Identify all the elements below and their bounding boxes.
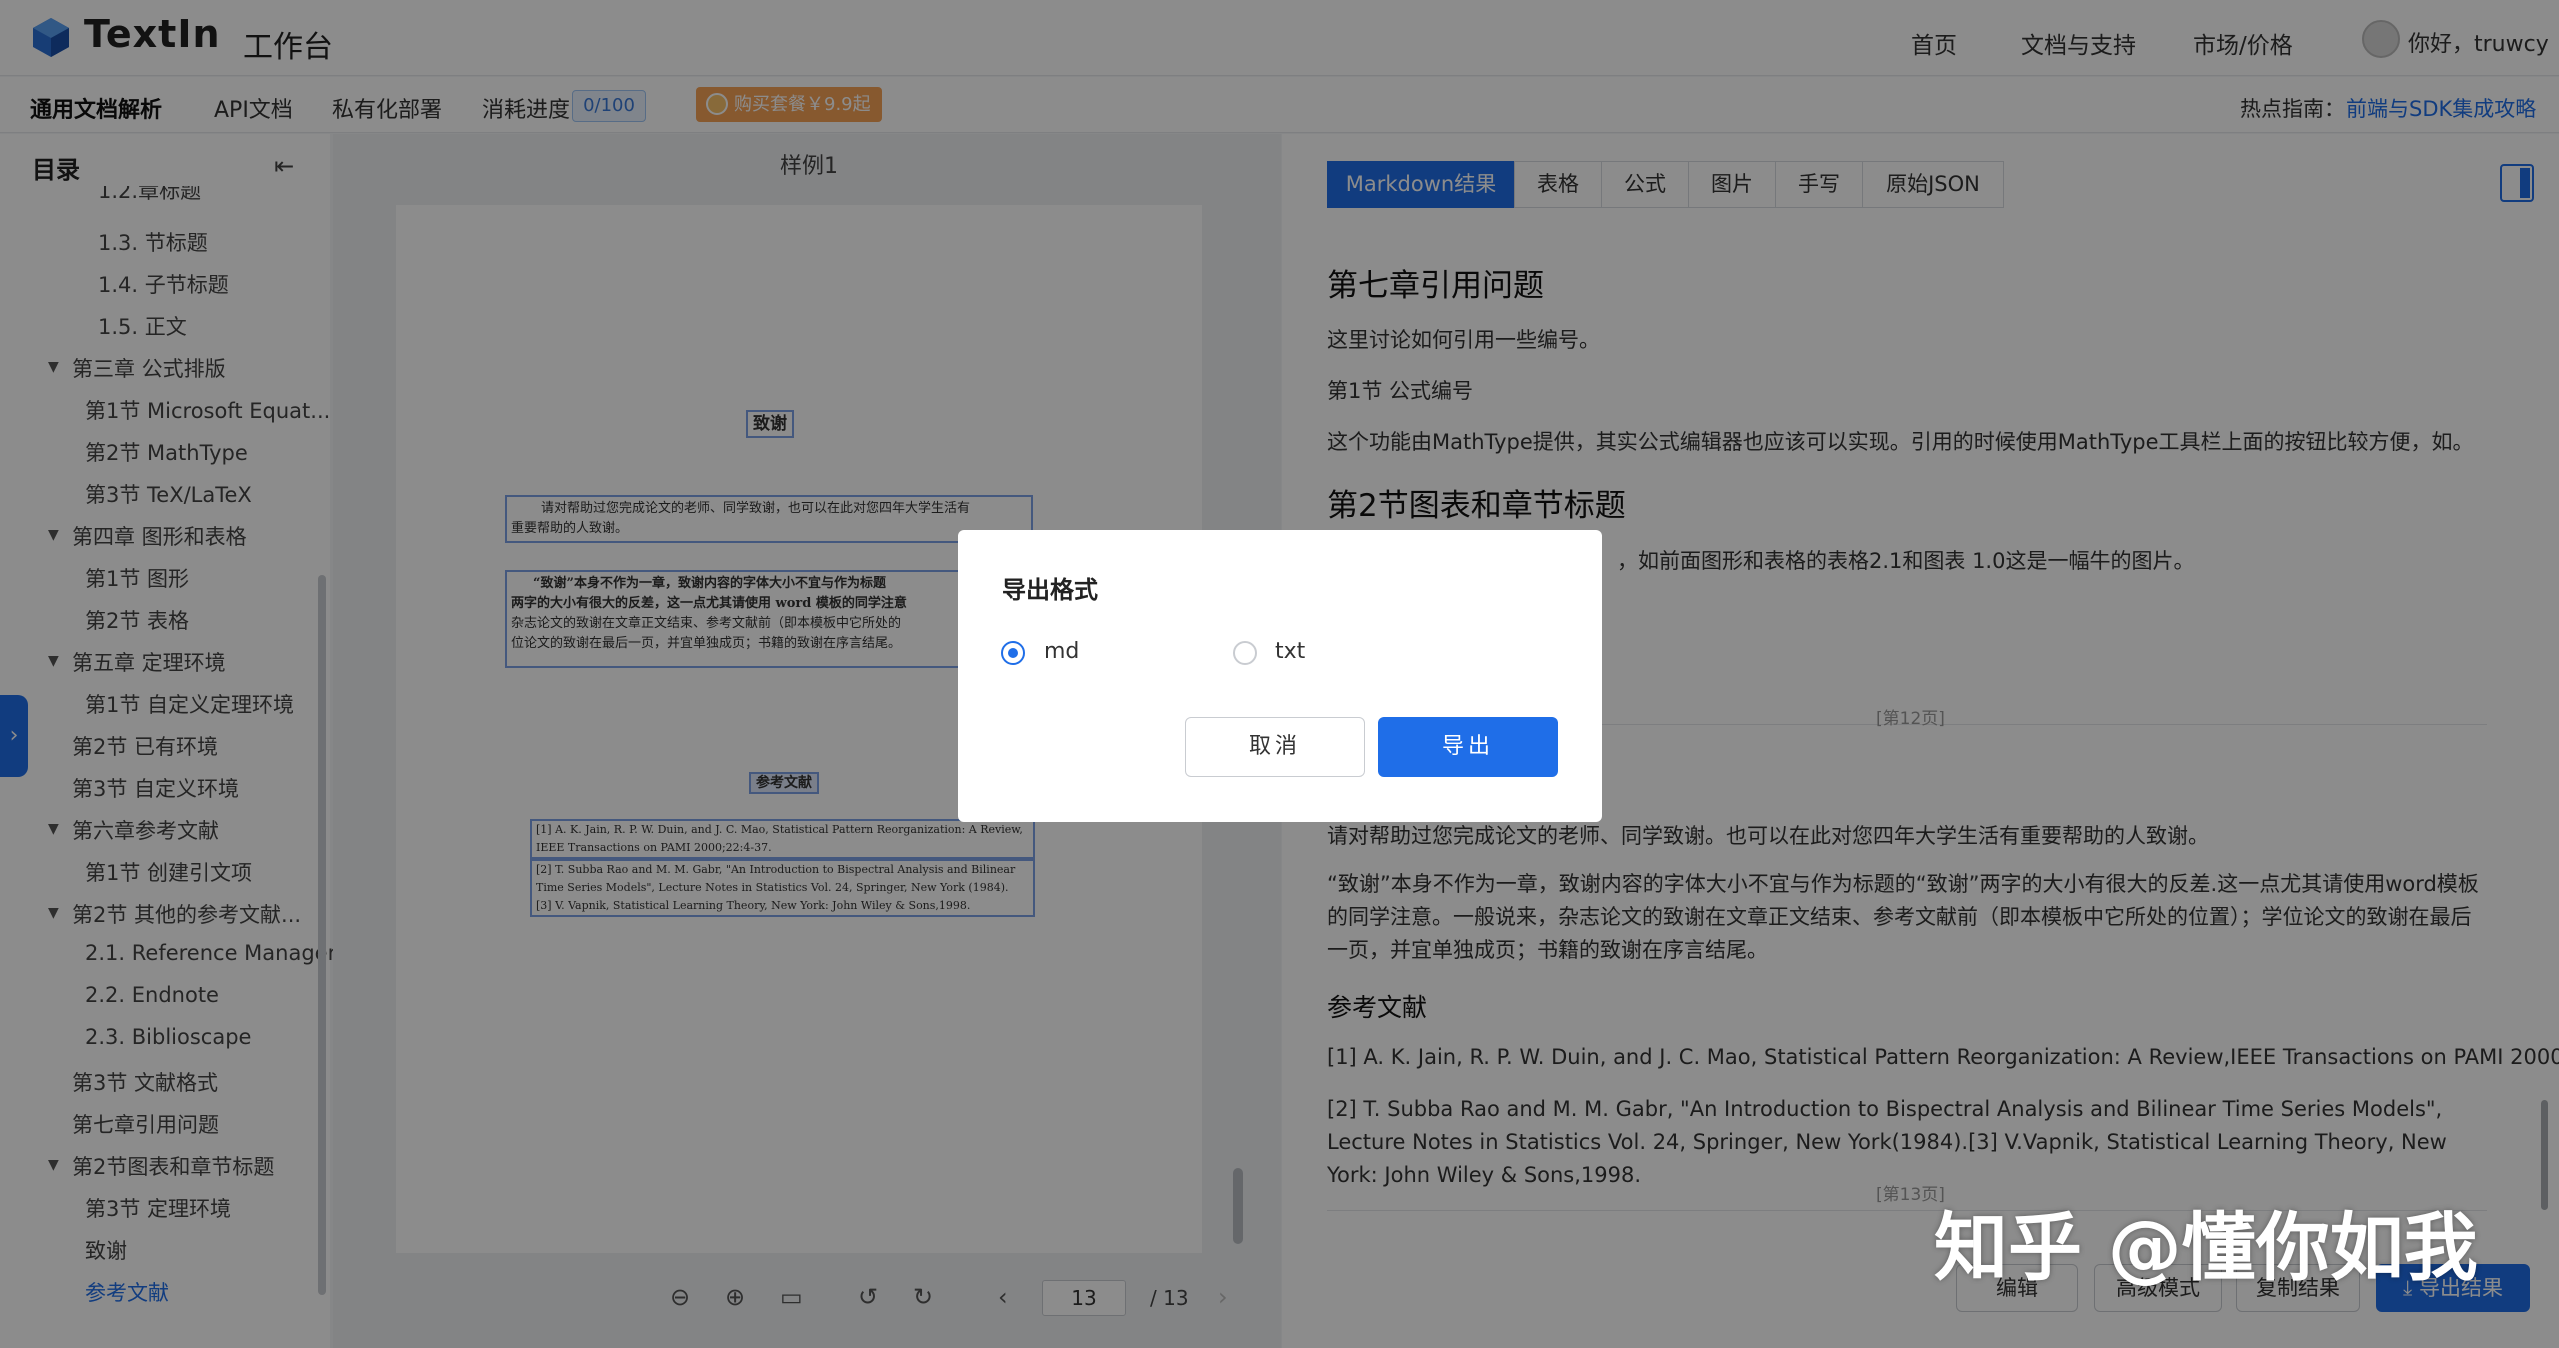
zhihu-watermark: 知乎 @懂你如我: [1934, 1205, 2478, 1291]
radio-md-label[interactable]: md: [1044, 639, 1079, 664]
cancel-button[interactable]: 取消: [1185, 717, 1365, 777]
radio-txt[interactable]: [1233, 641, 1257, 665]
dialog-title: 导出格式: [1002, 576, 1098, 604]
radio-md-selected-dot: [1008, 648, 1018, 658]
export-button[interactable]: 导出: [1378, 717, 1558, 777]
radio-txt-label[interactable]: txt: [1275, 639, 1305, 664]
